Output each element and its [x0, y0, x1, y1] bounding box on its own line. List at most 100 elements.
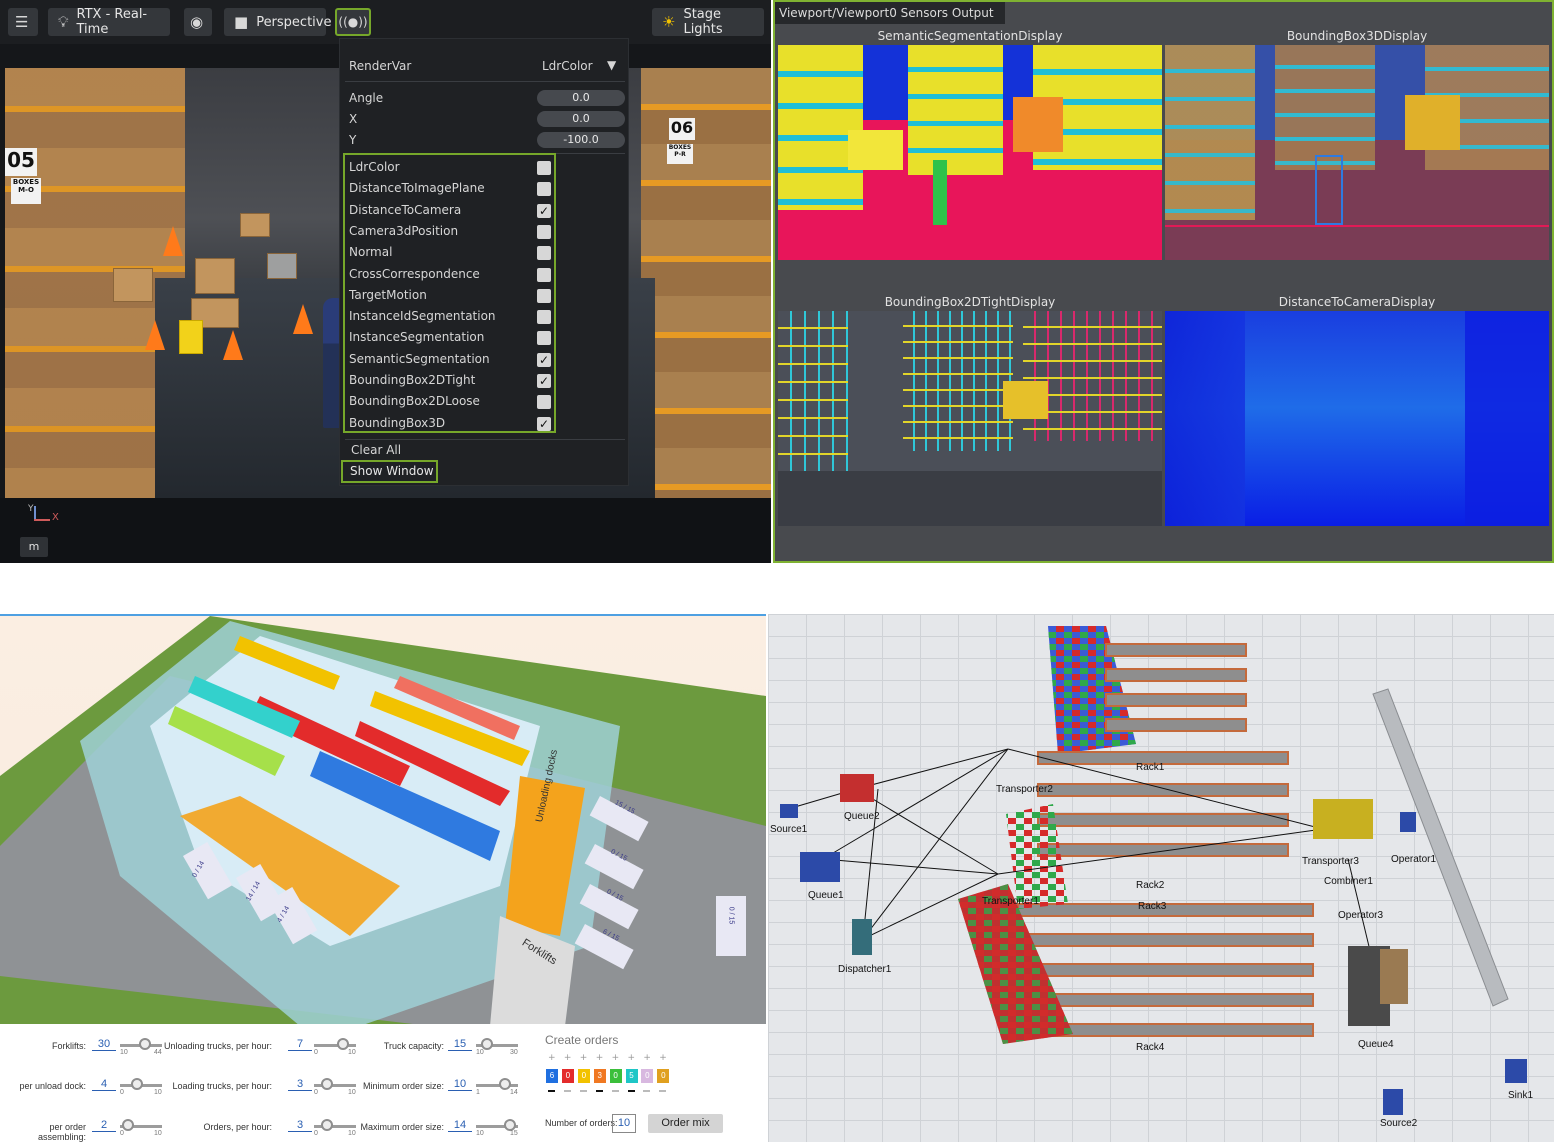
rack-sign-left: 05: [5, 148, 37, 176]
control-min-label: 10: [476, 1130, 484, 1137]
param-y-slider[interactable]: -100.0: [537, 132, 625, 148]
order-decrement-button[interactable]: [643, 1090, 651, 1092]
order-decrement-button[interactable]: [595, 1090, 603, 1092]
control-label: Orders, per hour:: [203, 1122, 272, 1132]
control-value-input[interactable]: 7: [288, 1038, 312, 1051]
control-value-input[interactable]: 4: [92, 1078, 116, 1091]
param-angle-slider[interactable]: 0.0: [537, 90, 625, 106]
control-min-label: 0: [120, 1089, 124, 1096]
order-decrement-button[interactable]: [627, 1090, 635, 1092]
traffic-cone: [293, 304, 313, 334]
control-slider-handle[interactable]: [320, 1078, 333, 1090]
order-color-count: 3: [593, 1069, 606, 1083]
flexsim-model-view[interactable]: Rack1 Transporter2 Source1 Queue2 Queue1 Rack…: [768, 614, 1554, 1142]
control-slider-track[interactable]: [476, 1084, 518, 1087]
order-color-count: 0: [641, 1069, 654, 1083]
flexsim-object-label: Transporter1: [982, 896, 1039, 907]
simulation-controls: Forklifts: 30 10 44 per unload dock: 4 0 10 per …: [0, 1024, 766, 1142]
order-color-count: 0: [657, 1069, 670, 1083]
control-min-label: 0: [314, 1089, 318, 1096]
chevron-down-icon[interactable]: ▼: [607, 58, 616, 72]
flexsim-object-label: Rack3: [1138, 901, 1167, 912]
show-window-button[interactable]: Show Window: [341, 460, 438, 483]
control-value-input[interactable]: 30: [92, 1038, 116, 1051]
control-label: per order assembling:: [37, 1122, 86, 1142]
flexsim-object-label: Rack1: [1136, 762, 1165, 773]
axis-gizmo-y: [34, 506, 36, 520]
control-slider-handle[interactable]: [122, 1119, 135, 1131]
sliders-icon: ☰: [15, 13, 29, 31]
flexsim-object-label: Queue1: [808, 890, 844, 901]
distance-to-camera-display: [1165, 311, 1549, 526]
visibility-button[interactable]: ◉: [184, 8, 212, 36]
cardboard-box: [113, 268, 153, 302]
control-min-label: 0: [314, 1130, 318, 1137]
flexsim-3d-scene: [780, 626, 1527, 1115]
control-value-input[interactable]: 3: [288, 1119, 312, 1132]
order-mix-button[interactable]: Order mix: [648, 1114, 723, 1133]
order-increment-button[interactable]: +: [580, 1053, 588, 1063]
flexsim-object-label: Transporter3: [1302, 856, 1359, 867]
control-max-label: 15: [510, 1130, 518, 1137]
traffic-cone: [163, 226, 183, 256]
warehouse-3d-scene: [0, 616, 766, 1024]
flexsim-object-label: Source1: [770, 824, 808, 835]
order-increment-button[interactable]: +: [596, 1053, 604, 1063]
rack-sign-right-sub: BOXES P-R: [667, 144, 693, 164]
rack-sign-left-sub: BOXES M-O: [11, 178, 41, 204]
camera-button[interactable]: ■ Perspective: [224, 8, 331, 36]
number-of-orders-label: Number of orders:: [545, 1118, 618, 1128]
settings-button[interactable]: ☰: [8, 8, 38, 36]
order-increment-button[interactable]: +: [612, 1053, 620, 1063]
control-label: Unloading trucks, per hour:: [163, 1041, 272, 1051]
flexsim-object-label: Operator3: [1338, 910, 1384, 921]
order-decrement-button[interactable]: [579, 1090, 587, 1092]
flexsim-object-label: Dispatcher1: [838, 964, 892, 975]
flexsim-object-label: Operator1: [1391, 854, 1437, 865]
order-increment-button[interactable]: +: [659, 1053, 667, 1063]
order-decrement-button[interactable]: [563, 1090, 571, 1092]
flexsim-object-label: Transporter2: [996, 784, 1053, 795]
flexsim-object-label: Queue4: [1358, 1039, 1394, 1050]
camera-label: Perspective: [256, 14, 332, 30]
order-decrement-button[interactable]: [659, 1090, 667, 1092]
stage-lights-button[interactable]: ☀ Stage Lights: [652, 7, 764, 37]
control-label: Loading trucks, per hour:: [172, 1081, 272, 1091]
order-decrement-button[interactable]: [611, 1090, 619, 1092]
param-x-label: X: [349, 112, 358, 126]
control-value-input[interactable]: 10: [448, 1078, 472, 1091]
param-y-label: Y: [349, 133, 357, 147]
order-increment-button[interactable]: +: [564, 1053, 572, 1063]
render-mode-button[interactable]: 💡︎ RTX - Real-Time: [48, 7, 170, 37]
panel-title-distance: DistanceToCameraDisplay: [1278, 295, 1436, 309]
param-x-slider[interactable]: 0.0: [537, 111, 625, 127]
sensors-output-tab[interactable]: Viewport/Viewport0 Sensors Output: [775, 2, 1005, 24]
control-max-label: 30: [510, 1049, 518, 1056]
number-of-orders-input[interactable]: 10: [612, 1114, 636, 1133]
control-slider-handle[interactable]: [320, 1119, 333, 1131]
control-value-input[interactable]: 3: [288, 1078, 312, 1091]
menu-divider: [345, 81, 625, 82]
traffic-cone: [145, 320, 165, 350]
order-increment-button[interactable]: +: [548, 1053, 556, 1063]
control-value-input[interactable]: 15: [448, 1038, 472, 1051]
order-decrement-button[interactable]: [548, 1090, 555, 1092]
unit-button[interactable]: m: [20, 537, 48, 557]
output-list-highlight: [343, 153, 556, 433]
control-min-label: 10: [476, 1049, 484, 1056]
rendervar-value[interactable]: LdrColor: [542, 59, 593, 73]
control-min-label: 1: [476, 1089, 480, 1096]
control-slider-handle[interactable]: [130, 1078, 143, 1090]
order-color-count: 6: [546, 1069, 558, 1083]
order-increment-button[interactable]: +: [628, 1053, 636, 1063]
rendervar-label: RenderVar: [349, 59, 412, 73]
control-value-input[interactable]: 14: [448, 1119, 472, 1132]
panel-title-bbox3d: BoundingBox3DDisplay: [1286, 29, 1428, 43]
sensor-output-button[interactable]: ((●)): [335, 8, 371, 36]
rack-sign-right: 06: [669, 118, 695, 140]
warehouse-simulation-view[interactable]: Unloading docks Forklifts 15 / 15 0 / 15…: [0, 614, 766, 1024]
control-value-input[interactable]: 2: [92, 1119, 116, 1132]
stage-lights-label: Stage Lights: [683, 7, 723, 37]
order-increment-button[interactable]: +: [643, 1053, 651, 1063]
clear-all-button[interactable]: Clear All: [351, 443, 401, 457]
